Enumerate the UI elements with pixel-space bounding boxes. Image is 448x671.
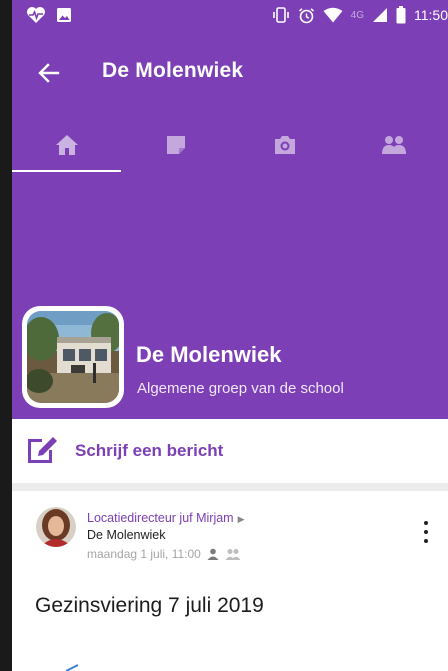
group-name: De Molenwiek xyxy=(136,342,282,367)
more-dot xyxy=(424,530,428,534)
post-group: De Molenwiek xyxy=(87,528,166,542)
write-message-button[interactable]: Schrijf een bericht xyxy=(12,419,448,483)
tab-photos[interactable] xyxy=(230,118,339,172)
image-icon xyxy=(57,8,71,22)
post-card[interactable]: Locatiedirecteur juf Mirjam ▶ De Molenwie… xyxy=(12,491,448,671)
author-avatar[interactable] xyxy=(36,507,76,547)
wifi-icon xyxy=(323,7,343,23)
tab-members[interactable] xyxy=(339,118,448,172)
more-dot xyxy=(424,539,428,543)
post-date: maandag 1 juli, 11:00 xyxy=(87,547,201,561)
group-icon xyxy=(381,136,406,154)
group-icon xyxy=(225,549,241,560)
school-photo xyxy=(27,311,119,403)
group-header: De Molenwiek Algemene groep van de schoo… xyxy=(12,172,448,419)
edit-icon xyxy=(28,437,57,463)
status-bar: 4G 11:50 xyxy=(12,0,448,32)
app: 4G 11:50 De Molenwiek De Molenwiek Algem… xyxy=(12,0,448,671)
left-edge xyxy=(0,0,12,671)
arrow-left-icon xyxy=(38,63,60,83)
tab-notes[interactable] xyxy=(121,118,230,172)
group-subtitle: Algemene groep van de school xyxy=(137,380,344,397)
home-icon xyxy=(55,135,78,155)
toolbar: De Molenwiek xyxy=(12,32,448,118)
status-time: 11:50 xyxy=(414,7,448,23)
screen: 4G 11:50 De Molenwiek De Molenwiek Algem… xyxy=(0,0,448,671)
post-title: Gezinsviering 7 juli 2019 xyxy=(35,594,264,617)
toolbar-title: De Molenwiek xyxy=(102,59,244,82)
post-author-name: Locatiedirecteur juf Mirjam xyxy=(87,511,234,525)
network-label: 4G xyxy=(350,9,364,21)
note-icon xyxy=(166,136,185,154)
person-icon xyxy=(207,548,219,560)
group-avatar[interactable] xyxy=(22,306,124,408)
post-author-arrow: ▶ xyxy=(237,514,245,524)
vibrate-icon xyxy=(272,7,289,23)
signal-icon xyxy=(373,8,387,22)
more-dot xyxy=(424,521,428,525)
camera-icon xyxy=(274,136,295,154)
more-vertical-icon[interactable] xyxy=(420,519,432,545)
write-message-label: Schrijf een bericht xyxy=(75,441,224,460)
attachment-arrow-icon xyxy=(65,664,79,671)
post-date-row: maandag 1 juli, 11:00 xyxy=(87,547,241,561)
alarm-icon xyxy=(298,7,314,23)
heartbeat-icon xyxy=(27,7,45,23)
battery-icon xyxy=(396,6,406,24)
tab-home[interactable] xyxy=(12,118,121,172)
back-button[interactable] xyxy=(36,60,62,86)
tab-bar xyxy=(12,118,448,172)
post-author[interactable]: Locatiedirecteur juf Mirjam ▶ xyxy=(87,511,245,525)
